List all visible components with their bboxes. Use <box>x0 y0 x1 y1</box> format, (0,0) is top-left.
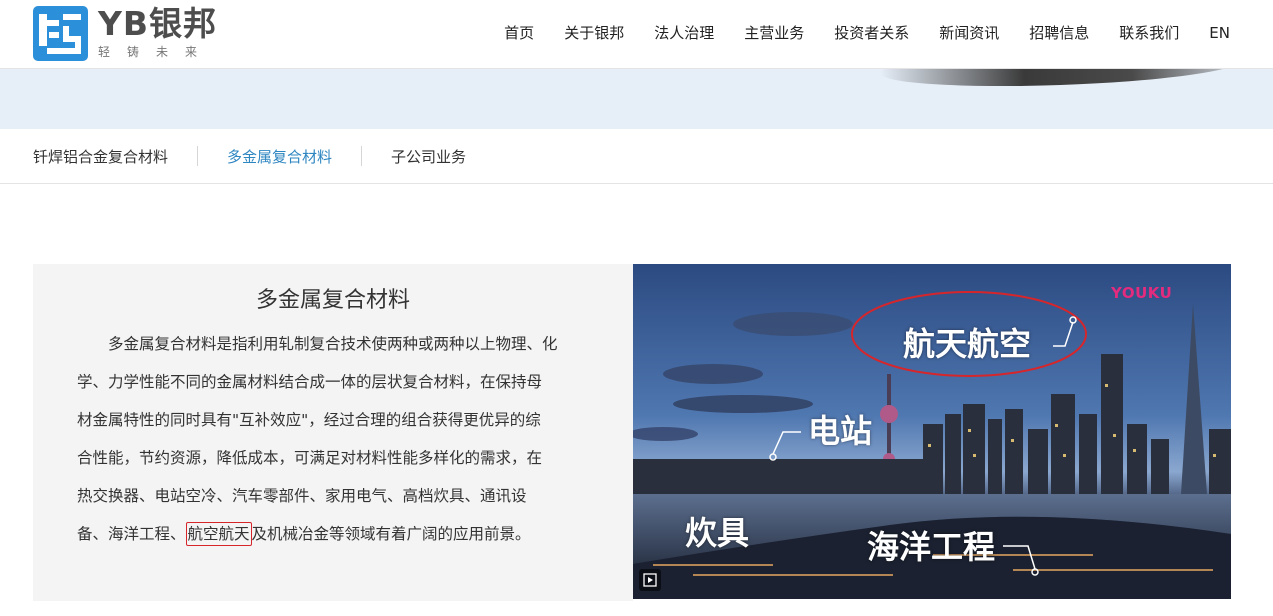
description-line: 材金属特性的同时具有"互补效应"，经过合理的组合获得更优异的综 <box>77 411 541 429</box>
nav-news[interactable]: 新闻资讯 <box>939 22 999 44</box>
nav-home[interactable]: 首页 <box>504 22 534 44</box>
description-line: 多金属复合材料是指利用轧制复合技术使两种或两种以上物理、化 <box>108 335 558 353</box>
nav-about[interactable]: 关于银邦 <box>564 22 624 44</box>
youku-brand-logo: YOUKU <box>1111 284 1173 302</box>
page-banner <box>0 69 1273 129</box>
nav-contact[interactable]: 联系我们 <box>1119 22 1179 44</box>
video-label-aerospace: 航天航空 <box>903 325 1032 363</box>
video-label-power-station: 电站 <box>808 412 873 450</box>
logo[interactable]: YB银邦 轻铸未来 <box>33 6 217 61</box>
banner-decoration <box>879 69 1241 92</box>
tab-subsidiaries[interactable]: 子公司业务 <box>391 146 466 167</box>
logo-mark-icon <box>33 6 88 61</box>
description-line: 合性能，节约资源，降低成本，可满足对材料性能多样化的需求，在 <box>77 449 543 467</box>
logo-name: YB银邦 <box>98 4 218 43</box>
nav-careers[interactable]: 招聘信息 <box>1029 22 1089 44</box>
section-title: 多金属复合材料 <box>255 288 410 313</box>
description-text: 及机械冶金等领域有着广阔的应用前景。 <box>251 525 531 543</box>
logo-slogan: 轻铸未来 <box>98 45 215 59</box>
description-text: 备、海洋工程、 <box>77 525 186 543</box>
section-description: 多金属复合材料是指利用轧制复合技术使两种或两种以上物理、化 学、力学性能不同的金… <box>77 325 607 553</box>
nav-governance[interactable]: 法人治理 <box>654 22 714 44</box>
tab-divider <box>361 146 363 166</box>
tab-divider <box>197 146 199 166</box>
description-line-last: 备、海洋工程、 航空航天 及机械冶金等领域有着广阔的应用前景。 <box>77 515 607 553</box>
nav-business[interactable]: 主营业务 <box>744 22 804 44</box>
main-nav: 首页 关于银邦 法人治理 主营业务 投资者关系 新闻资讯 招聘信息 联系我们 E… <box>474 22 1230 44</box>
site-header: YB银邦 轻铸未来 首页 关于银邦 法人治理 主营业务 投资者关系 新闻资讯 招… <box>0 0 1273 69</box>
play-button[interactable] <box>639 569 661 591</box>
description-line: 学、力学性能不同的金属材料结合成一体的层状复合材料，在保持母 <box>77 373 543 391</box>
play-icon <box>643 573 657 587</box>
video-label-cookware: 炊具 <box>685 514 750 552</box>
tab-brazing-aluminum[interactable]: 钎焊铝合金复合材料 <box>33 146 168 167</box>
sub-tabs: 钎焊铝合金复合材料 多金属复合材料 子公司业务 <box>0 129 1273 184</box>
promo-video[interactable]: YOUKU 航天航空 电站 炊具 海洋工程 <box>633 264 1231 599</box>
tab-multi-metal[interactable]: 多金属复合材料 <box>227 146 332 167</box>
nav-investors[interactable]: 投资者关系 <box>834 22 909 44</box>
description-line: 热交换器、电站空冷、汽车零部件、家用电气、高档炊具、通讯设 <box>77 487 527 505</box>
nav-english[interactable]: EN <box>1209 22 1230 44</box>
content-panel: 多金属复合材料 多金属复合材料是指利用轧制复合技术使两种或两种以上物理、化 学、… <box>33 264 633 601</box>
highlighted-term: 航空航天 <box>185 522 252 546</box>
video-label-marine: 海洋工程 <box>867 528 996 566</box>
